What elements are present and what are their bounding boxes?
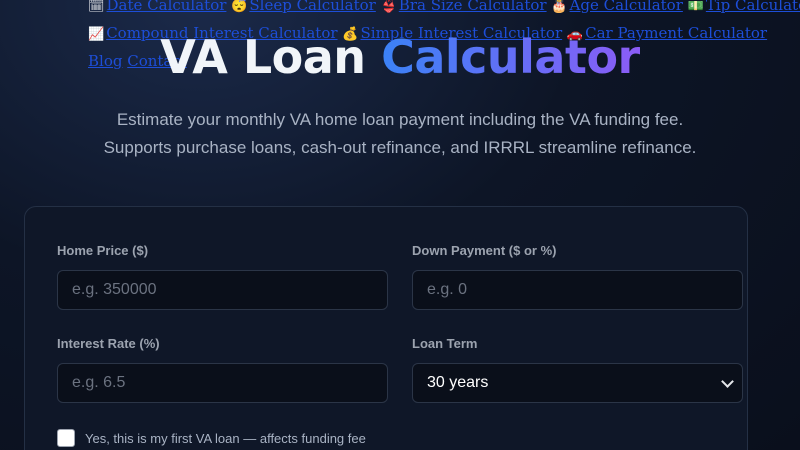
- calendar-icon: 🗓: [88, 0, 105, 14]
- interest-rate-label: Interest Rate (%): [57, 336, 160, 351]
- home-price-label: Home Price ($): [57, 243, 149, 258]
- nav-link-bra-size-calculator[interactable]: Bra Size Calculator: [399, 0, 547, 14]
- subtitle-line-1: Estimate your monthly VA home loan payme…: [116, 110, 684, 129]
- nav-link-tip-calculator[interactable]: Tip Calculator: [706, 0, 800, 14]
- calculator-form-card: Home Price ($) Down Payment ($ or %) Int…: [24, 206, 748, 450]
- interest-rate-input[interactable]: [57, 363, 388, 403]
- first-va-loan-checkbox[interactable]: [57, 429, 75, 447]
- loan-term-label: Loan Term: [412, 336, 478, 351]
- down-payment-input[interactable]: [412, 270, 743, 310]
- nav-link-age-calculator[interactable]: Age Calculator: [570, 0, 683, 14]
- money-icon: 💵: [687, 0, 704, 14]
- nav-line-1: 🗓 Date Calculator 😴 Sleep Calculator 👙 Bra …: [88, 0, 800, 20]
- first-va-loan-row: Yes, this is my first VA loan — affects …: [57, 429, 366, 447]
- page-title: VA Loan Calculator: [0, 30, 800, 84]
- nav-link-sleep-calculator[interactable]: Sleep Calculator: [249, 0, 375, 14]
- home-price-field: Home Price ($): [57, 243, 388, 310]
- subtitle-line-2: Supports purchase loans, cash-out refina…: [103, 138, 697, 157]
- page-subtitle: Estimate your monthly VA home loan payme…: [0, 106, 800, 162]
- loan-term-select[interactable]: 30 years: [412, 363, 743, 403]
- loan-term-selected-value: 30 years: [427, 374, 489, 391]
- loan-term-field: Loan Term 30 years: [412, 336, 743, 403]
- nav-link-date-calculator[interactable]: Date Calculator: [107, 0, 227, 14]
- bikini-icon: 👙: [380, 0, 397, 14]
- chevron-down-icon: [721, 375, 734, 388]
- home-price-input[interactable]: [57, 270, 388, 310]
- down-payment-field: Down Payment ($ or %): [412, 243, 743, 310]
- birthday-cake-icon: 🎂: [551, 0, 568, 14]
- page-title-part-2: Calculator: [381, 30, 640, 84]
- page-title-part-1: VA Loan: [160, 30, 366, 84]
- interest-rate-field: Interest Rate (%): [57, 336, 388, 403]
- down-payment-label: Down Payment ($ or %): [412, 243, 557, 258]
- first-va-loan-label: Yes, this is my first VA loan — affects …: [85, 430, 366, 446]
- sleep-face-icon: 😴: [231, 0, 248, 14]
